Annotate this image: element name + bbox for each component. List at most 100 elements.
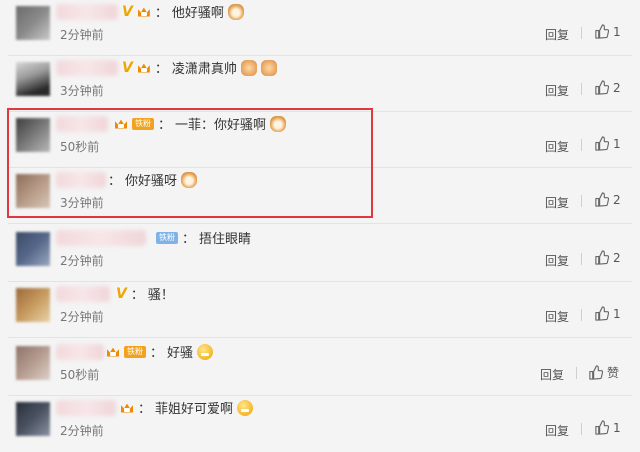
comment-line: 铁粉 ： 捂住眼睛 xyxy=(156,228,251,247)
fan-badge: 铁粉 xyxy=(156,231,178,244)
colon: ： xyxy=(158,118,172,133)
username-blurred[interactable] xyxy=(56,172,106,188)
comment-time: 2分钟前 xyxy=(60,310,104,324)
comment-item: V ： 他好骚啊 2分钟前 回复 1 xyxy=(0,0,640,56)
colon: ： xyxy=(182,232,196,247)
thumbs-up-icon xyxy=(595,136,609,151)
comment-line: 铁粉 ： 一菲：你好骚啊 xyxy=(114,114,287,133)
like-button[interactable]: 1 xyxy=(594,420,621,435)
reply-button[interactable]: 回复 xyxy=(540,366,564,383)
fan-badge: 铁粉 xyxy=(124,345,146,358)
divider-vertical xyxy=(581,139,582,151)
comment-time: 50秒前 xyxy=(60,140,100,154)
comment-time: 50秒前 xyxy=(60,368,100,382)
comment-text: 捂住眼睛 xyxy=(199,232,252,247)
reply-button[interactable]: 回复 xyxy=(545,308,569,325)
comment-time: 3分钟前 xyxy=(60,84,104,98)
like-button[interactable]: 1 xyxy=(594,306,621,321)
like-button[interactable]: 1 xyxy=(594,24,621,39)
comment-item: ： 菲姐好可爱啊 2分钟前 回复 1 xyxy=(0,396,640,452)
username-blurred[interactable] xyxy=(56,4,118,20)
username-blurred[interactable] xyxy=(56,344,104,360)
comment-text: 好骚 xyxy=(167,346,194,361)
username-blurred[interactable] xyxy=(56,60,118,76)
username-blurred[interactable] xyxy=(56,400,116,416)
avatar[interactable] xyxy=(16,402,50,436)
crown-icon xyxy=(106,346,120,358)
reply-button[interactable]: 回复 xyxy=(545,422,569,439)
comment-time: 3分钟前 xyxy=(60,196,104,210)
comment-text: 骚！ xyxy=(147,288,174,303)
comment-text: 一菲：你好骚啊 xyxy=(175,118,267,133)
avatar[interactable] xyxy=(16,346,50,380)
reply-button[interactable]: 回复 xyxy=(545,252,569,269)
comment-time: 2分钟前 xyxy=(60,28,104,42)
colon: ： xyxy=(154,62,168,77)
comment-time: 2分钟前 xyxy=(60,254,104,268)
hands-emoji-icon xyxy=(260,59,277,76)
reply-button[interactable]: 回复 xyxy=(545,82,569,99)
colon: ： xyxy=(130,288,144,303)
divider-vertical xyxy=(581,423,582,435)
like-count: 1 xyxy=(613,24,621,39)
like-button[interactable]: 1 xyxy=(594,136,621,151)
comment-line: V ： 他好骚啊 xyxy=(122,2,244,21)
comment-text: 你好骚呀 xyxy=(125,174,178,189)
like-count: 1 xyxy=(613,136,621,151)
like-label: 赞 xyxy=(607,366,620,380)
thumbs-up-icon xyxy=(595,250,609,265)
colon: ： xyxy=(138,402,152,417)
like-button[interactable]: 2 xyxy=(594,250,621,265)
avatar[interactable] xyxy=(16,232,50,266)
comment-line: V ： 凌潇肃真帅 xyxy=(122,58,277,77)
divider-vertical xyxy=(576,367,577,379)
divider-vertical xyxy=(581,253,582,265)
crown-icon xyxy=(114,118,128,130)
comment-line: ： 菲姐好可爱啊 xyxy=(120,398,254,417)
comment-item: 铁粉 ： 一菲：你好骚啊 50秒前 回复 1 xyxy=(0,112,640,168)
row-divider xyxy=(8,223,632,224)
comment-item: 铁粉 ： 捂住眼睛 2分钟前 回复 2 xyxy=(0,226,640,282)
comment-line: V ： 骚！ xyxy=(116,284,174,304)
hands-emoji-icon xyxy=(240,59,257,76)
divider-vertical xyxy=(581,195,582,207)
reply-button[interactable]: 回复 xyxy=(545,138,569,155)
avatar[interactable] xyxy=(16,6,50,40)
like-button[interactable]: 2 xyxy=(594,192,621,207)
comment-text: 他好骚啊 xyxy=(171,6,224,21)
username-blurred[interactable] xyxy=(56,286,110,302)
avatar[interactable] xyxy=(16,288,50,322)
thumbs-up-icon xyxy=(589,365,603,380)
thumbs-up-icon xyxy=(595,420,609,435)
reply-button[interactable]: 回复 xyxy=(545,26,569,43)
comment-item: ： 你好骚呀 3分钟前 回复 2 xyxy=(0,168,640,224)
comment-text: 菲姐好可爱啊 xyxy=(155,402,234,417)
reply-button[interactable]: 回复 xyxy=(545,194,569,211)
like-count: 2 xyxy=(613,250,621,265)
username-blurred[interactable] xyxy=(56,116,108,132)
like-button[interactable]: 2 xyxy=(594,80,621,95)
crown-icon xyxy=(137,6,151,18)
avatar[interactable] xyxy=(16,62,50,96)
grin-emoji-icon xyxy=(197,343,214,360)
divider-vertical xyxy=(581,27,582,39)
thumbs-up-icon xyxy=(595,192,609,207)
avatar[interactable] xyxy=(16,174,50,208)
cat-emoji-icon xyxy=(270,115,287,132)
row-divider xyxy=(8,337,632,338)
like-button[interactable]: 赞 xyxy=(588,364,619,381)
thumbs-up-icon xyxy=(595,24,609,39)
grin-emoji-icon xyxy=(237,399,254,416)
comment-time: 2分钟前 xyxy=(60,424,104,438)
colon: ： xyxy=(154,6,168,21)
username-blurred[interactable] xyxy=(56,230,146,246)
cat-emoji-icon xyxy=(227,3,244,20)
comment-text: 凌潇肃真帅 xyxy=(171,62,237,77)
thumbs-up-icon xyxy=(595,306,609,321)
vip-badge: V xyxy=(122,59,133,76)
like-count: 2 xyxy=(613,192,621,207)
avatar[interactable] xyxy=(16,118,50,152)
like-count: 2 xyxy=(613,80,621,95)
divider-vertical xyxy=(581,309,582,321)
divider-vertical xyxy=(581,83,582,95)
